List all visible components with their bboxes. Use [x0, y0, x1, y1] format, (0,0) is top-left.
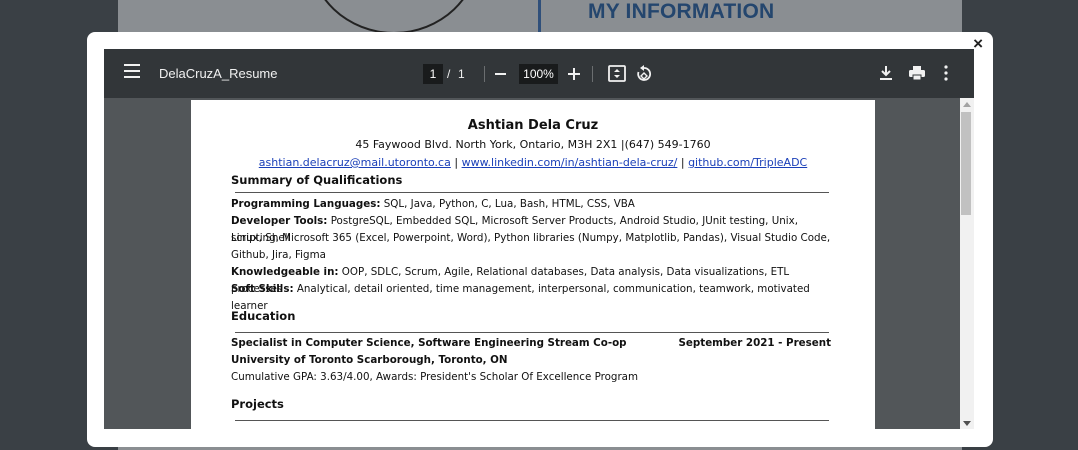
zoom-input[interactable]: 100%: [519, 64, 558, 84]
section-rule: [235, 192, 829, 193]
linkedin-link[interactable]: www.linkedin.com/in/ashtian-dela-cruz/: [462, 156, 678, 169]
soft-skills-line: Soft Skills: Analytical, detail oriented…: [231, 281, 831, 315]
education-title: Education: [231, 309, 296, 323]
resume-address: 45 Faywood Blvd. North York, Ontario, M3…: [355, 138, 711, 151]
close-button[interactable]: ×: [973, 34, 983, 54]
email-link[interactable]: ashtian.delacruz@mail.utoronto.ca: [259, 156, 451, 169]
document-title: DelaCruzA_Resume: [159, 66, 278, 81]
pdf-viewer: DelaCruzA_Resume 1 / 1 100% Ashtian Dela…: [104, 49, 974, 429]
toolbar-divider: [592, 66, 593, 82]
github-link[interactable]: github.com/TripleADC: [688, 156, 807, 169]
my-information-heading: MY INFORMATION: [588, 0, 775, 23]
profile-photo-frame: [308, 0, 480, 34]
knowledge-label: Knowledgeable in:: [231, 266, 339, 278]
scroll-up-arrow-icon[interactable]: [963, 102, 971, 107]
zoom-out-icon[interactable]: [495, 73, 506, 75]
zoom-in-icon[interactable]: [568, 63, 580, 83]
programming-text: SQL, Java, Python, C, Lua, Bash, HTML, C…: [380, 198, 635, 210]
pdf-toolbar: DelaCruzA_Resume 1 / 1 100%: [104, 49, 974, 98]
resume-name: Ashtian Dela Cruz: [467, 118, 599, 133]
download-icon[interactable]: [879, 65, 893, 81]
scrollbar-thumb[interactable]: [961, 112, 971, 215]
summary-title: Summary of Qualifications: [231, 173, 403, 187]
section-rule: [235, 332, 829, 333]
pdf-page: Ashtian Dela Cruz 45 Faywood Blvd. North…: [191, 100, 875, 429]
developer-tools-line-3: Github, Jira, Figma: [231, 249, 326, 261]
menu-icon[interactable]: [124, 64, 140, 78]
link-separator: |: [680, 156, 685, 169]
current-page-input[interactable]: 1: [423, 64, 443, 84]
link-separator: |: [454, 156, 459, 169]
toolbar-divider: [484, 66, 485, 82]
soft-text: Analytical, detail oriented, time manage…: [231, 283, 810, 312]
projects-title: Projects: [231, 397, 284, 411]
tools-label: Developer Tools:: [231, 215, 328, 227]
soft-label: Soft Skills:: [231, 283, 294, 295]
programming-languages-line: Programming Languages: SQL, Java, Python…: [231, 196, 831, 213]
developer-tools-line-2: scripting, Microsoft 365 (Excel, Powerpo…: [231, 232, 831, 244]
page-separator: /: [447, 67, 451, 81]
print-icon[interactable]: [909, 65, 925, 81]
resume-links: ashtian.delacruz@mail.utoronto.ca | www.…: [191, 156, 875, 169]
resume-modal: × DelaCruzA_Resume 1 / 1 100% Ashtian De…: [87, 32, 993, 447]
scroll-down-arrow-icon[interactable]: [963, 421, 971, 426]
school-text: University of Toronto Scarborough, Toron…: [231, 354, 508, 366]
education-school: University of Toronto Scarborough, Toron…: [231, 352, 831, 369]
section-rule: [235, 420, 829, 421]
more-options-icon[interactable]: [944, 65, 948, 81]
program-text: Specialist in Computer Science, Software…: [231, 337, 627, 349]
rotate-icon[interactable]: [636, 64, 652, 82]
fit-page-icon[interactable]: [608, 65, 626, 82]
education-dates: September 2021 - Present: [678, 337, 832, 349]
education-gpa: Cumulative GPA: 3.63/4.00, Awards: Presi…: [231, 371, 639, 383]
section-divider: [538, 0, 541, 32]
programming-label: Programming Languages:: [231, 198, 381, 210]
total-pages: 1: [458, 67, 465, 81]
